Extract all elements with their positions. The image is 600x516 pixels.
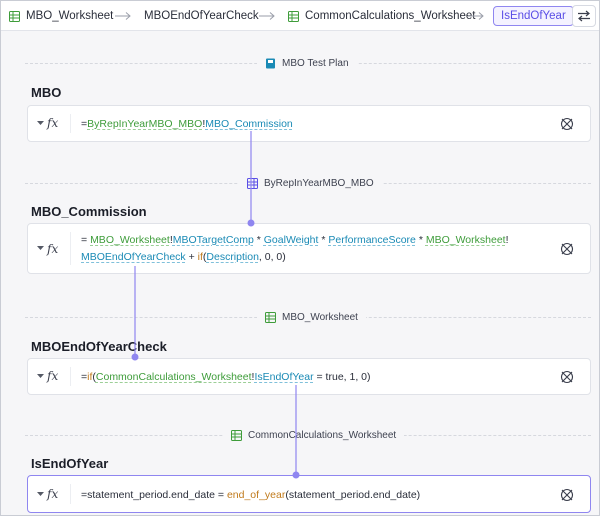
- source-label-text: MBO_Worksheet: [282, 311, 358, 323]
- formula-sheet-reference[interactable]: MBO_Worksheet: [426, 234, 506, 246]
- breadcrumb-label: CommonCalculations_Worksheet: [305, 10, 476, 22]
- formula-icon[interactable]: fx: [47, 116, 58, 130]
- formula-operator: , 0, 0): [258, 251, 286, 263]
- worksheet-icon: [288, 10, 299, 22]
- variable-name-mbo: MBO: [31, 85, 62, 100]
- worksheet-icon: [231, 429, 242, 441]
- breadcrumb-item-mbo-worksheet[interactable]: MBO_Worksheet: [9, 6, 113, 26]
- breadcrumb-label: MBOEndOfYearCheck: [144, 10, 259, 22]
- arrow-right-icon: [468, 12, 484, 20]
- swap-button[interactable]: [572, 5, 596, 27]
- formula-operator: +: [185, 251, 198, 263]
- divider: [70, 484, 71, 504]
- formula-text[interactable]: =statement_period.end_date = end_of_year…: [81, 487, 540, 504]
- chevron-down-icon[interactable]: [37, 359, 45, 394]
- worksheet-icon: [265, 311, 276, 323]
- source-label[interactable]: ByRepInYearMBO_MBO: [239, 176, 382, 190]
- formula-operator: = true, 1, 0): [313, 371, 371, 383]
- connections-icon[interactable]: [559, 241, 575, 257]
- dependency-trace-panel: MBO_Worksheet MBOEndOfYearCheck CommonCa…: [0, 0, 600, 516]
- source-label-text: CommonCalculations_Worksheet: [248, 429, 397, 441]
- breadcrumb-item-mboendofyearcheck[interactable]: MBOEndOfYearCheck: [144, 6, 259, 26]
- source-label[interactable]: CommonCalculations_Worksheet: [223, 428, 405, 442]
- formula-reference[interactable]: MBOEndOfYearCheck: [81, 251, 186, 263]
- source-label-text: ByRepInYearMBO_MBO: [264, 177, 374, 189]
- chevron-down-icon[interactable]: [37, 106, 45, 141]
- formula-function: end_of_year: [226, 489, 286, 501]
- formula-icon[interactable]: fx: [47, 487, 58, 501]
- formula-operator: *: [318, 234, 329, 246]
- breadcrumb-item-commoncalculations-worksheet[interactable]: CommonCalculations_Worksheet: [288, 6, 475, 26]
- book-icon: [266, 58, 275, 68]
- formula-icon[interactable]: fx: [47, 369, 58, 383]
- formula-sheet-reference[interactable]: CommonCalculations_Worksheet: [96, 371, 252, 383]
- source-label[interactable]: MBO Test Plan: [257, 56, 357, 70]
- formula-operator: =statement_period.end_date =: [81, 489, 227, 501]
- formula-reference[interactable]: GoalWeight: [264, 234, 319, 246]
- formula-operator: (statement_period.end_date): [285, 489, 421, 501]
- source-label-text: MBO Test Plan: [282, 57, 349, 69]
- formula-line: MBOEndOfYearCheck + if(Description, 0, 0…: [81, 249, 540, 266]
- formula-line: = MBO_Worksheet! MBOTargetComp * GoalWeig…: [81, 232, 540, 249]
- arrow-right-icon: [115, 12, 131, 20]
- formula-text[interactable]: =ByRepInYearMBO_MBO!MBO_Commission: [81, 116, 540, 133]
- chevron-down-icon[interactable]: [37, 476, 45, 512]
- formula-reference[interactable]: MBO_Commission: [205, 118, 293, 130]
- worksheet-icon: [9, 10, 20, 22]
- breadcrumb-label: IsEndOfYear: [501, 10, 566, 22]
- cube-icon: [247, 177, 258, 189]
- formula-reference[interactable]: MBOTargetComp: [173, 234, 254, 246]
- formula-text[interactable]: = MBO_Worksheet! MBOTargetComp * GoalWeig…: [81, 232, 540, 266]
- breadcrumb: MBO_Worksheet MBOEndOfYearCheck CommonCa…: [1, 1, 599, 31]
- formula-reference[interactable]: PerformanceScore: [328, 234, 416, 246]
- variable-name-mbo-commission: MBO_Commission: [31, 204, 147, 219]
- section-source-header: MBO_Worksheet: [25, 310, 591, 324]
- swap-arrows-icon: [578, 10, 590, 22]
- formula-operator: !: [505, 234, 509, 246]
- divider: [70, 232, 71, 265]
- variable-name-mboendofyearcheck: MBOEndOfYearCheck: [31, 339, 167, 354]
- formula-text[interactable]: =if(CommonCalculations_Worksheet!IsEndOf…: [81, 369, 540, 386]
- formula-operator: =: [81, 234, 91, 246]
- connections-icon[interactable]: [559, 369, 575, 385]
- formula-reference[interactable]: Description: [206, 251, 259, 263]
- section-source-header: MBO Test Plan: [25, 56, 591, 70]
- formula-icon[interactable]: fx: [47, 242, 58, 256]
- connections-icon[interactable]: [559, 116, 575, 132]
- divider: [70, 367, 71, 386]
- formula-card-mbo-commission[interactable]: fx = MBO_Worksheet! MBOTargetComp * GoalW…: [27, 223, 591, 274]
- formula-sheet-reference[interactable]: ByRepInYearMBO_MBO: [87, 118, 202, 130]
- chevron-down-icon[interactable]: [37, 224, 45, 273]
- formula-operator: *: [415, 234, 426, 246]
- formula-reference[interactable]: IsEndOfYear: [254, 371, 313, 383]
- source-label[interactable]: MBO_Worksheet: [257, 310, 366, 324]
- section-source-header: ByRepInYearMBO_MBO: [25, 176, 591, 190]
- formula-card-mboendofyearcheck[interactable]: fx =if(CommonCalculations_Worksheet!IsEn…: [27, 358, 591, 395]
- section-source-header: CommonCalculations_Worksheet: [25, 428, 591, 442]
- variable-name-isendofyear: IsEndOfYear: [31, 456, 109, 471]
- breadcrumb-label: MBO_Worksheet: [26, 10, 114, 22]
- formula-card-mbo[interactable]: fx =ByRepInYearMBO_MBO!MBO_Commission: [27, 105, 591, 142]
- breadcrumb-item-isendofyear[interactable]: IsEndOfYear: [493, 6, 574, 26]
- formula-card-isendofyear[interactable]: fx =statement_period.end_date = end_of_y…: [27, 475, 591, 513]
- formula-sheet-reference[interactable]: MBO_Worksheet: [90, 234, 170, 246]
- formula-operator: *: [253, 234, 264, 246]
- divider: [70, 114, 71, 133]
- arrow-right-icon: [259, 12, 275, 20]
- connections-icon[interactable]: [559, 487, 575, 503]
